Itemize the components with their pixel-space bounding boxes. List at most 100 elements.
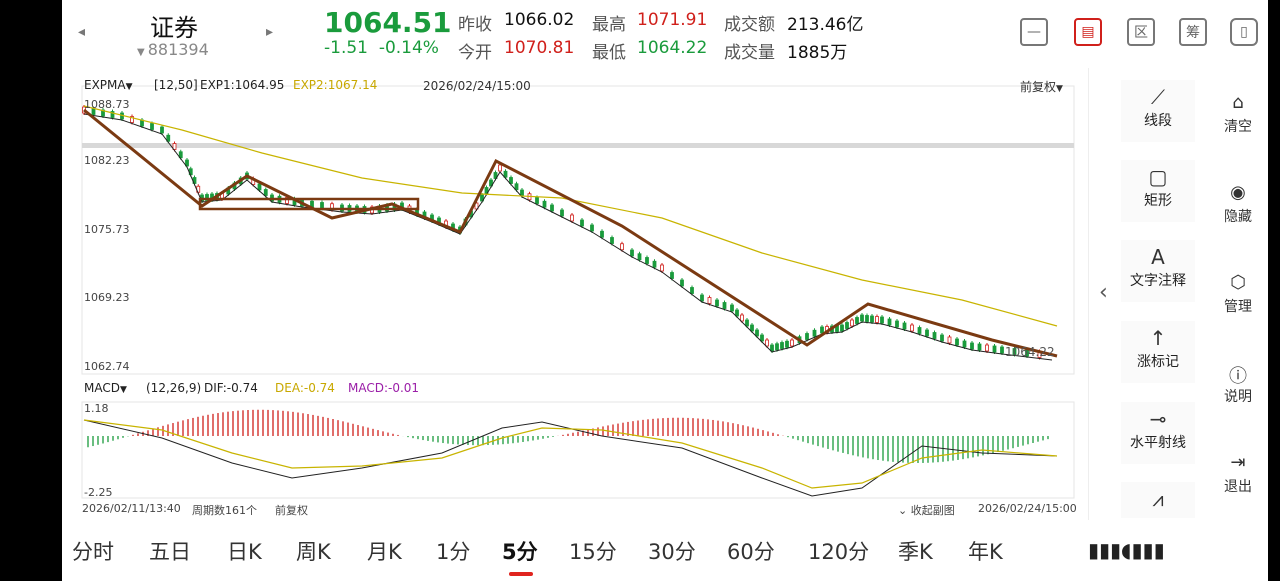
- change-percent: -0.14%: [378, 38, 439, 58]
- candle-body: [850, 319, 854, 327]
- exit-button[interactable]: ⇥ 退出: [1208, 452, 1268, 496]
- candle-body: [985, 344, 989, 352]
- high-label: 最高: [592, 15, 626, 35]
- help-button[interactable]: ⓘ 说明: [1208, 362, 1268, 406]
- candle-body: [947, 336, 952, 344]
- candle-body: [932, 332, 937, 339]
- stock-name[interactable]: 证券: [150, 8, 198, 43]
- tab-period[interactable]: 年K: [968, 536, 1003, 566]
- dropdown-triangle-icon: ▼: [137, 47, 145, 58]
- dropdown-triangle-icon: ▼: [1056, 84, 1063, 94]
- tab-period[interactable]: 60分: [727, 536, 775, 566]
- tab-period[interactable]: 月K: [367, 536, 402, 566]
- chevron-left-icon[interactable]: ‹: [1099, 280, 1108, 305]
- tab-period-active[interactable]: 5分: [502, 536, 538, 566]
- minimize-icon[interactable]: —: [1020, 18, 1048, 46]
- macd-name: MACD: [84, 381, 120, 395]
- tool-horizontal-ray[interactable]: ⊸ 水平射线: [1121, 402, 1195, 464]
- draw-icon[interactable]: ▤: [1074, 18, 1102, 46]
- tool-text-note[interactable]: A 文字注释: [1121, 240, 1195, 302]
- footer-adjust: 前复权: [275, 504, 308, 517]
- drawing-tools-panel: ‹ ⟋ 线段 ▢ 矩形 A 文字注释 ↑ 涨标记 ⊸ 水平射线 ⩘: [1088, 68, 1209, 520]
- active-period-underline: [509, 572, 533, 576]
- tab-period[interactable]: 日K: [227, 536, 262, 566]
- candle-body: [845, 322, 849, 329]
- candle-body: [805, 333, 809, 340]
- exp2-value: EXP2:1067.14: [293, 78, 378, 92]
- prev-close-value: 1066.02: [504, 10, 575, 30]
- manage-icon: ⬡: [1230, 272, 1246, 293]
- volume-value: 1885万: [787, 43, 848, 63]
- candle-body: [760, 334, 764, 342]
- low-label: 最低: [592, 43, 626, 63]
- prev-stock-icon[interactable]: ◂: [78, 24, 85, 40]
- candle-body: [160, 126, 164, 134]
- tab-period[interactable]: 15分: [569, 536, 617, 566]
- adjust-select[interactable]: 前复权▼: [1020, 78, 1063, 95]
- chip-icon[interactable]: 筹: [1179, 18, 1207, 46]
- hide-button[interactable]: ◉ 隐藏: [1208, 182, 1268, 226]
- candle-body: [542, 200, 547, 208]
- tab-period[interactable]: 30分: [648, 536, 696, 566]
- tool-more[interactable]: ⩘: [1121, 482, 1195, 518]
- open-label: 今开: [458, 43, 492, 63]
- left-black-bar: [0, 0, 62, 581]
- collapse-subchart-button[interactable]: ⌄ 收起副图: [898, 502, 955, 518]
- candle-body: [535, 197, 539, 204]
- kline-chart-area[interactable]: EXPMA▼ [12,50] EXP1:1064.95 EXP2:1067.14…: [62, 68, 1088, 520]
- tab-period[interactable]: 季K: [898, 536, 933, 566]
- candle-body: [917, 327, 922, 334]
- tool-line-segment[interactable]: ⟋ 线段: [1121, 80, 1195, 142]
- tool-rectangle[interactable]: ▢ 矩形: [1121, 160, 1195, 222]
- tool-rise-mark[interactable]: ↑ 涨标记: [1121, 321, 1195, 383]
- candle-body: [150, 123, 154, 130]
- dea-value: DEA:-0.74: [275, 381, 335, 395]
- help-icon: ⓘ: [1229, 366, 1247, 387]
- candle-body: [880, 316, 884, 324]
- hide-icon: ◉: [1230, 182, 1246, 203]
- candle-body: [660, 264, 664, 272]
- next-stock-icon[interactable]: ▸: [266, 24, 273, 40]
- macd-params: (12,26,9): [146, 381, 202, 395]
- last-price-label: 1064.22: [1005, 345, 1055, 359]
- candle-body: [730, 304, 734, 312]
- wave-pattern-icon: ⩘: [1152, 487, 1164, 511]
- tab-period[interactable]: 1分: [436, 536, 470, 566]
- chart-canvas[interactable]: [62, 68, 1088, 520]
- candle-body: [580, 219, 584, 227]
- macd-select[interactable]: MACD▼: [84, 381, 127, 395]
- tool-label: 文字注释: [1130, 273, 1186, 289]
- clear-button[interactable]: ⌂ 清空: [1208, 92, 1268, 136]
- candle-body: [715, 299, 719, 307]
- candle-body: [680, 279, 684, 287]
- indicator-select[interactable]: EXPMA▼: [84, 78, 133, 92]
- tab-period[interactable]: 120分: [808, 536, 869, 566]
- area-icon[interactable]: 区: [1127, 18, 1155, 46]
- exp1-value: EXP1:1064.95: [200, 78, 285, 92]
- quote-header: ◂ ▸ 证券 ▼ 881394 1064.51 -1.51 -0.14% 昨收 1…: [62, 0, 1268, 68]
- candle-body: [840, 324, 844, 332]
- candle-body: [570, 214, 574, 222]
- tab-period[interactable]: 周K: [296, 536, 331, 566]
- manage-button[interactable]: ⬡ 管理: [1208, 272, 1268, 316]
- candle-body: [780, 342, 784, 349]
- turnover-label: 成交额: [724, 15, 775, 35]
- dual-screen-icon[interactable]: ▯: [1230, 18, 1258, 46]
- candle-body: [992, 345, 997, 353]
- candle-body: [887, 318, 892, 326]
- tab-period[interactable]: 分时: [72, 536, 114, 566]
- stock-code[interactable]: ▼ 881394: [137, 40, 209, 59]
- menu-label: 清空: [1224, 119, 1252, 135]
- candle-body: [770, 344, 774, 352]
- more-periods-icon[interactable]: ▮▮▮◖▮▮▮: [1088, 538, 1165, 562]
- clear-icon: ⌂: [1232, 92, 1244, 113]
- right-black-bar: [1268, 0, 1280, 581]
- candle-body: [977, 343, 982, 351]
- prev-close-label: 昨收: [458, 15, 492, 35]
- tab-period[interactable]: 五日: [149, 536, 191, 566]
- stock-code-text: 881394: [147, 40, 209, 59]
- exit-icon: ⇥: [1230, 452, 1246, 473]
- candle-body: [745, 319, 749, 327]
- candle-body: [590, 224, 594, 232]
- candle-body: [870, 315, 874, 323]
